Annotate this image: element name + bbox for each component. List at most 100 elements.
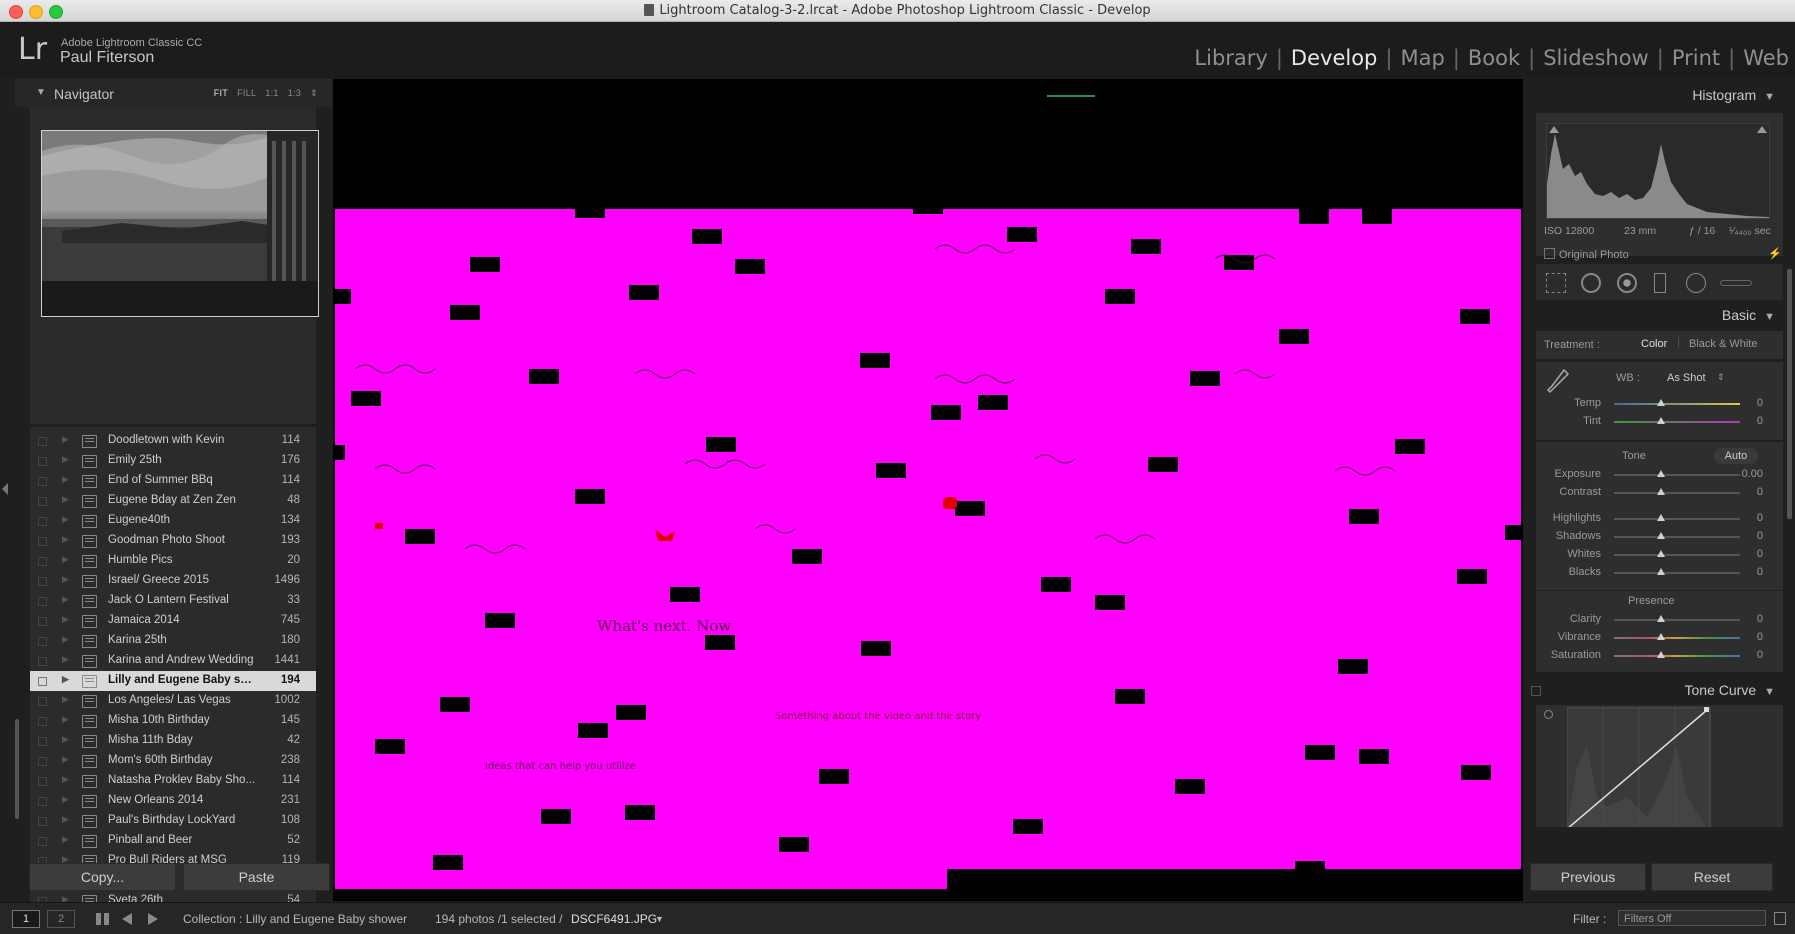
shadows-slider[interactable] — [1614, 536, 1740, 538]
filename-dropdown-icon[interactable]: ▼ — [655, 914, 664, 924]
collection-checkbox[interactable] — [38, 697, 47, 706]
red-eye-icon[interactable] — [1617, 273, 1637, 293]
main-photo[interactable]: Ideas that can help you utilize Somethin… — [335, 209, 1521, 889]
collection-item[interactable]: ▶ Emily 25th 176 — [30, 451, 316, 471]
highlights-value[interactable]: 0 — [1733, 512, 1763, 524]
expand-arrow-icon[interactable]: ▶ — [62, 834, 69, 845]
collection-item[interactable]: ▶ Mom's 60th Birthday 238 — [30, 751, 316, 771]
collection-item[interactable]: ▶ Pinball and Beer 52 — [30, 831, 316, 851]
collection-checkbox[interactable] — [38, 437, 47, 446]
temp-value[interactable]: 0 — [1733, 397, 1763, 409]
adjustment-brush-icon[interactable] — [1720, 280, 1752, 286]
highlight-clipping-icon[interactable] — [1757, 126, 1767, 133]
radial-filter-icon[interactable] — [1686, 273, 1706, 293]
module-develop[interactable]: Develop — [1291, 46, 1377, 70]
expand-arrow-icon[interactable]: ▶ — [62, 594, 69, 605]
collection-item[interactable]: ▶ New Orleans 2014 231 — [30, 791, 316, 811]
module-book[interactable]: Book — [1468, 46, 1520, 70]
histogram-graph[interactable] — [1546, 123, 1770, 219]
treatment-bw-button[interactable]: Black & White — [1689, 338, 1757, 350]
image-canvas[interactable]: Ideas that can help you utilize Somethin… — [333, 79, 1523, 901]
collection-checkbox[interactable] — [38, 737, 47, 746]
tint-slider-knob[interactable] — [1657, 417, 1665, 424]
shadows-value[interactable]: 0 — [1733, 530, 1763, 542]
collapse-triangle-icon[interactable]: ▼ — [1764, 311, 1775, 323]
collection-checkbox[interactable] — [38, 457, 47, 466]
forward-arrow-icon[interactable] — [148, 913, 158, 925]
zoom-fill[interactable]: FILL — [237, 88, 256, 98]
collapse-triangle-icon[interactable]: ▼ — [1764, 686, 1775, 698]
collapse-triangle-icon[interactable]: ▼ — [36, 87, 46, 98]
collection-item[interactable]: ▶ Karina and Andrew Wedding 1441 — [30, 651, 316, 671]
shadow-clipping-icon[interactable] — [1549, 126, 1559, 133]
original-photo-toggle[interactable]: Original Photo — [1544, 248, 1629, 261]
vibrance-slider-knob[interactable] — [1657, 633, 1665, 640]
collection-checkbox[interactable] — [38, 637, 47, 646]
collection-item[interactable]: ▶ Doodletown with Kevin 114 — [30, 431, 316, 451]
screen-2-button[interactable]: 2 — [47, 910, 75, 928]
highlights-slider-knob[interactable] — [1657, 514, 1665, 521]
expand-arrow-icon[interactable]: ▶ — [62, 534, 69, 545]
saturation-slider[interactable] — [1614, 655, 1740, 657]
zoom-1-1[interactable]: 1:1 — [265, 88, 278, 98]
collection-item[interactable]: ▶ Misha 10th Birthday 145 — [30, 711, 316, 731]
blacks-slider[interactable] — [1614, 572, 1740, 574]
blacks-slider-knob[interactable] — [1657, 568, 1665, 575]
left-panel-scrollbar[interactable] — [15, 719, 19, 819]
collection-checkbox[interactable] — [38, 517, 47, 526]
exposure-value[interactable]: 0.00 — [1733, 468, 1763, 480]
treatment-color-button[interactable]: Color — [1641, 338, 1667, 350]
zoom-1-3[interactable]: 1:3 — [288, 88, 301, 98]
expand-arrow-icon[interactable]: ▶ — [62, 714, 69, 725]
navigator-preview[interactable] — [41, 130, 319, 317]
filter-dropdown[interactable]: Filters Off — [1618, 910, 1766, 926]
collection-checkbox[interactable] — [38, 837, 47, 846]
collection-item[interactable]: ▶ End of Summer BBq 114 — [30, 471, 316, 491]
paste-settings-button[interactable]: Paste — [183, 863, 330, 891]
spot-removal-icon[interactable] — [1581, 273, 1601, 293]
collection-item[interactable]: ▶ Humble Pics 20 — [30, 551, 316, 571]
blacks-value[interactable]: 0 — [1733, 566, 1763, 578]
crop-tool-icon[interactable] — [1546, 273, 1566, 293]
expand-arrow-icon[interactable]: ▶ — [62, 614, 69, 625]
tint-value[interactable]: 0 — [1733, 415, 1763, 427]
filter-lock-icon[interactable] — [1774, 912, 1786, 925]
expand-arrow-icon[interactable]: ▶ — [62, 814, 69, 825]
expand-arrow-icon[interactable]: ▶ — [62, 494, 69, 505]
collection-checkbox[interactable] — [38, 557, 47, 566]
original-photo-checkbox[interactable] — [1544, 248, 1555, 259]
screen-1-button[interactable]: 1 — [12, 910, 40, 928]
expand-arrow-icon[interactable]: ▶ — [62, 774, 69, 785]
collection-item[interactable]: ▶ Misha 11th Bday 42 — [30, 731, 316, 751]
grid-view-icon[interactable] — [96, 913, 109, 925]
collection-checkbox[interactable] — [38, 537, 47, 546]
collection-item[interactable]: ▶ Eugene Bday at Zen Zen 48 — [30, 491, 316, 511]
expand-arrow-icon[interactable]: ▶ — [62, 794, 69, 805]
right-panel-scrollbar[interactable] — [1787, 269, 1792, 519]
expand-arrow-icon[interactable]: ▶ — [62, 514, 69, 525]
expand-arrow-icon[interactable]: ▶ — [62, 554, 69, 565]
collection-checkbox[interactable] — [38, 757, 47, 766]
collection-item[interactable]: ▶ Karina 25th 180 — [30, 631, 316, 651]
expand-arrow-icon[interactable]: ▶ — [62, 654, 69, 665]
left-panel-toggle-icon[interactable] — [2, 483, 8, 495]
exposure-slider-knob[interactable] — [1657, 470, 1665, 477]
saturation-slider-knob[interactable] — [1657, 651, 1665, 658]
histogram-header[interactable]: Histogram ▼ — [1692, 87, 1775, 103]
expand-arrow-icon[interactable]: ▶ — [62, 574, 69, 585]
auto-tone-button[interactable]: Auto — [1714, 448, 1758, 464]
zoom-fit[interactable]: FIT — [214, 88, 228, 98]
dropdown-arrow-icon[interactable]: ⇕ — [1717, 372, 1725, 383]
collection-item[interactable]: ▶ Eugene40th 134 — [30, 511, 316, 531]
vibrance-value[interactable]: 0 — [1733, 631, 1763, 643]
collection-item[interactable]: ▶ Los Angeles/ Las Vegas 1002 — [30, 691, 316, 711]
tone-curve-header[interactable]: Tone Curve ▼ — [1685, 682, 1775, 698]
collection-checkbox[interactable] — [38, 477, 47, 486]
whites-value[interactable]: 0 — [1733, 548, 1763, 560]
tone-curve-graph[interactable] — [1567, 707, 1712, 827]
collection-item[interactable]: ▶ Goodman Photo Shoot 193 — [30, 531, 316, 551]
collection-item[interactable]: ▶ Israel/ Greece 2015 1496 — [30, 571, 316, 591]
exposure-slider[interactable] — [1614, 474, 1740, 476]
tone-curve-toggle[interactable] — [1531, 686, 1541, 696]
graduated-filter-icon[interactable] — [1654, 273, 1666, 293]
